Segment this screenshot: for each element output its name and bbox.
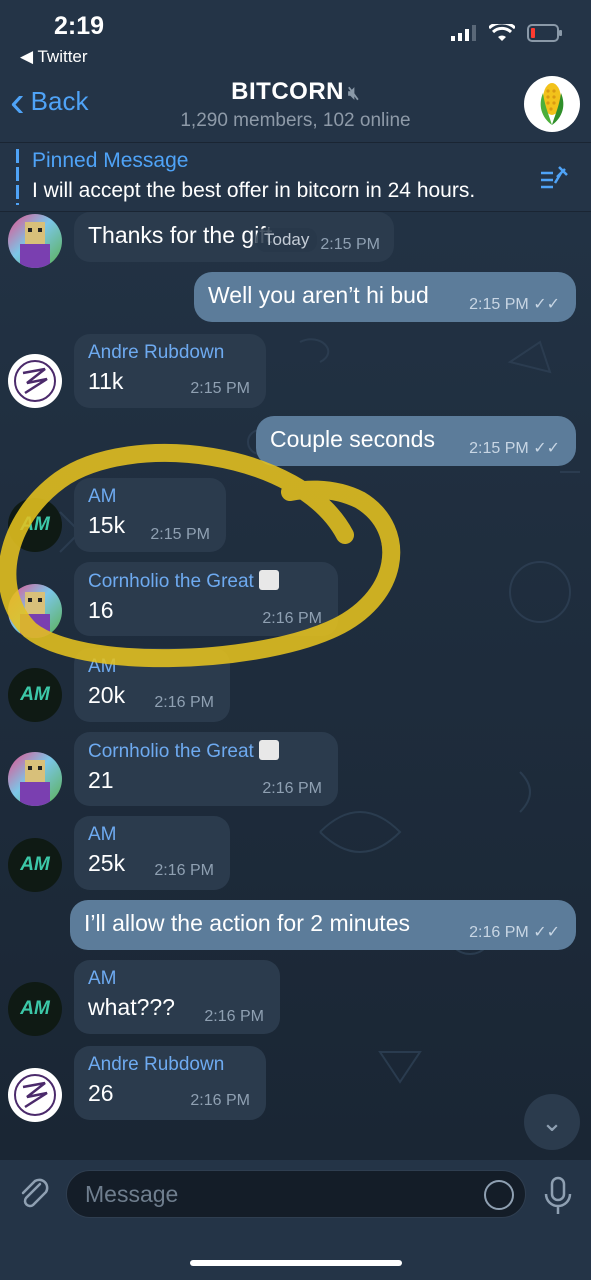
lightning-logo-icon	[14, 360, 56, 402]
message-bubble-outgoing[interactable]: Well you aren’t hi bud 2:15 PM ✓✓	[194, 272, 576, 322]
message-time: 2:16 PM	[262, 780, 322, 797]
avatar-am[interactable]: AM	[8, 982, 62, 1036]
paperclip-icon[interactable]	[14, 1174, 54, 1214]
signal-icon	[451, 25, 476, 41]
message-bubble[interactable]: AM 15k 2:15 PM	[74, 478, 226, 552]
chat-title: BITCORN 🔇︎	[231, 78, 360, 105]
message-bubble[interactable]: Andre Rubdown 11k 2:15 PM	[74, 334, 266, 408]
pixel-portrait-icon	[20, 592, 50, 638]
sender-name[interactable]: AM	[88, 656, 216, 678]
message-bubble[interactable]: Cornholio the Great 16 2:16 PM	[74, 562, 338, 636]
avatar-cornholio[interactable]	[8, 752, 62, 806]
group-avatar[interactable]	[524, 76, 580, 132]
pinned-message-bar[interactable]: Pinned Message I will accept the best of…	[0, 142, 591, 212]
sender-name[interactable]: Andre Rubdown	[88, 342, 252, 364]
toilet-paper-icon	[259, 740, 280, 760]
sender-name[interactable]: AM	[88, 824, 216, 846]
pinned-indicator	[16, 149, 19, 205]
message-time: 2:16 PM	[154, 862, 214, 879]
corn-icon	[540, 83, 564, 125]
message-bubble[interactable]: Cornholio the Great 21 2:16 PM	[74, 732, 338, 806]
message-text: I’ll allow the action for 2 minutes	[84, 910, 410, 936]
chat-title-area[interactable]: BITCORN 🔇︎ 1,290 members, 102 online	[120, 78, 471, 132]
avatar-andre-rubdown[interactable]	[8, 354, 62, 408]
message-text: Thanks for the gift	[88, 222, 273, 248]
speaker-muted-icon: 🔇︎	[347, 83, 360, 103]
pixel-portrait-icon	[20, 222, 50, 268]
sticker-icon[interactable]	[484, 1180, 514, 1210]
message-time: 2:16 PM	[190, 1092, 250, 1109]
message-time: 2:16 PM	[154, 694, 214, 711]
message-time: 2:15 PM	[320, 236, 380, 253]
date-overlay: Today	[256, 228, 318, 252]
message-time: 2:15 PM	[190, 380, 250, 397]
back-label: Back	[30, 86, 89, 116]
message-text: what???	[88, 994, 175, 1020]
message-text: Couple seconds	[270, 426, 435, 452]
status-icons	[451, 24, 563, 42]
sender-name[interactable]: AM	[88, 968, 266, 990]
message-bubble[interactable]: Andre Rubdown 26 2:16 PM	[74, 1046, 266, 1120]
avatar-am[interactable]: AM	[8, 838, 62, 892]
scroll-down-button[interactable]: ⌄	[524, 1094, 580, 1150]
microphone-icon[interactable]	[540, 1174, 576, 1218]
avatar-am[interactable]: AM	[8, 498, 62, 552]
chat-subtitle: 1,290 members, 102 online	[180, 110, 411, 131]
message-bubble[interactable]: AM 25k 2:16 PM	[74, 816, 230, 890]
message-time: 2:15 PM	[150, 526, 210, 543]
message-text: 20k	[88, 682, 126, 708]
avatar-cornholio[interactable]	[8, 214, 62, 268]
toilet-paper-icon	[259, 570, 280, 590]
chevron-down-icon: ⌄	[541, 1106, 563, 1137]
status-time: 2:19	[54, 12, 105, 40]
chevron-left-icon: ‹	[10, 76, 25, 126]
message-text: 11k	[88, 368, 124, 394]
avatar-andre-rubdown[interactable]	[8, 1068, 62, 1122]
lightning-logo-icon	[14, 1074, 56, 1116]
message-input[interactable]	[66, 1170, 526, 1218]
pinned-title: Pinned Message	[32, 149, 189, 172]
message-bubble[interactable]: Thanks for the gift 2:15 PM Today	[74, 212, 394, 262]
message-time: 2:15 PM ✓✓	[469, 440, 560, 457]
message-text: 15k	[88, 512, 126, 538]
message-bubble[interactable]: AM 20k 2:16 PM	[74, 648, 230, 722]
message-text: 26	[88, 1080, 114, 1106]
top-bar: 2:19 ◀ Twitter ‹ Back BITCORN 🔇︎ 1,290 me…	[0, 0, 591, 142]
message-text: Well you aren’t hi bud	[208, 282, 429, 308]
message-bubble-outgoing[interactable]: I’ll allow the action for 2 minutes 2:16…	[70, 900, 576, 950]
avatar-cornholio[interactable]	[8, 584, 62, 638]
avatar-am[interactable]: AM	[8, 668, 62, 722]
battery-icon	[527, 24, 562, 42]
pinned-text: I will accept the best offer in bitcorn …	[32, 179, 476, 202]
sender-name[interactable]: Cornholio the Great	[88, 570, 324, 593]
message-bubble-outgoing[interactable]: Couple seconds 2:15 PM ✓✓	[256, 416, 576, 466]
sender-name[interactable]: AM	[88, 486, 212, 508]
message-time: 2:16 PM ✓✓	[469, 924, 560, 941]
home-indicator[interactable]	[190, 1260, 402, 1266]
back-button[interactable]: ‹ Back	[10, 76, 89, 126]
status-back-to-app[interactable]: ◀ Twitter	[20, 47, 88, 67]
message-time: 2:16 PM	[204, 1008, 264, 1025]
read-checks-icon: ✓✓	[533, 440, 560, 457]
message-text: 21	[88, 767, 114, 793]
sender-name[interactable]: Andre Rubdown	[88, 1054, 252, 1076]
message-time: 2:16 PM	[262, 610, 322, 627]
read-checks-icon: ✓✓	[533, 924, 560, 941]
message-time: 2:15 PM ✓✓	[469, 296, 560, 313]
pixel-portrait-icon	[20, 760, 50, 806]
sender-name[interactable]: Cornholio the Great	[88, 740, 324, 763]
wifi-icon	[489, 24, 515, 41]
message-text: 25k	[88, 850, 126, 876]
message-bubble[interactable]: AM what??? 2:16 PM	[74, 960, 280, 1034]
pin-list-icon[interactable]	[539, 163, 571, 191]
message-text: 16	[88, 597, 114, 623]
read-checks-icon: ✓✓	[533, 296, 560, 313]
